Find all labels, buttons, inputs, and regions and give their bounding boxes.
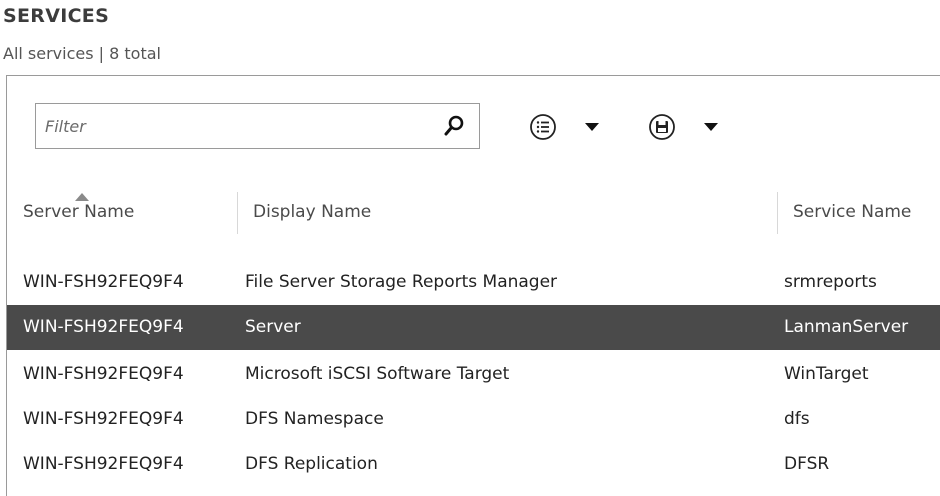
table-row[interactable]: WIN-FSH92FEQ9F4 File Server Storage Repo… [7,260,940,305]
service-name-cell: srmreports [784,272,877,292]
server-name-cell: WIN-FSH92FEQ9F4 [23,409,184,429]
table-row[interactable]: WIN-FSH92FEQ9F4 DFS Replication DFSR [7,442,940,487]
server-name-cell: WIN-FSH92FEQ9F4 [23,317,184,337]
search-icon [444,115,464,136]
save-icon [649,114,675,140]
filter-input[interactable] [36,104,426,148]
server-name-cell: WIN-FSH92FEQ9F4 [23,364,184,384]
display-name-cell: DFS Replication [245,454,378,474]
display-name-cell: DFS Namespace [245,409,384,429]
services-title: SERVICES [3,5,110,27]
service-name-cell: WinTarget [784,364,869,384]
display-name-cell: Server [245,317,301,337]
services-subtitle: All services | 8 total [3,44,161,63]
table-row-selected[interactable]: WIN-FSH92FEQ9F4 Server LanmanServer [7,305,940,350]
service-name-cell: LanmanServer [784,317,909,337]
display-name-cell: Microsoft iSCSI Software Target [245,364,510,384]
view-options-button[interactable] [528,113,604,141]
column-header-display-name[interactable]: Display Name [237,184,777,240]
chevron-down-icon [585,123,599,131]
server-name-cell: WIN-FSH92FEQ9F4 [23,272,184,292]
column-header-service-name[interactable]: Service Name [777,184,940,240]
column-header-server-name[interactable]: Server Name [7,184,237,240]
list-view-icon [530,114,556,140]
services-panel: Server Name Display Name Service Name WI… [6,75,940,496]
search-button[interactable] [442,113,468,139]
chevron-down-icon [704,123,718,131]
service-name-cell: DFSR [784,454,830,474]
filter-box [35,103,480,149]
table-row[interactable]: WIN-FSH92FEQ9F4 DFS Namespace dfs [7,397,940,442]
service-name-cell: dfs [784,409,810,429]
server-name-cell: WIN-FSH92FEQ9F4 [23,454,184,474]
display-name-cell: File Server Storage Reports Manager [245,272,558,292]
save-button[interactable] [647,113,723,141]
table-row[interactable]: WIN-FSH92FEQ9F4 Microsoft iSCSI Software… [7,352,940,397]
